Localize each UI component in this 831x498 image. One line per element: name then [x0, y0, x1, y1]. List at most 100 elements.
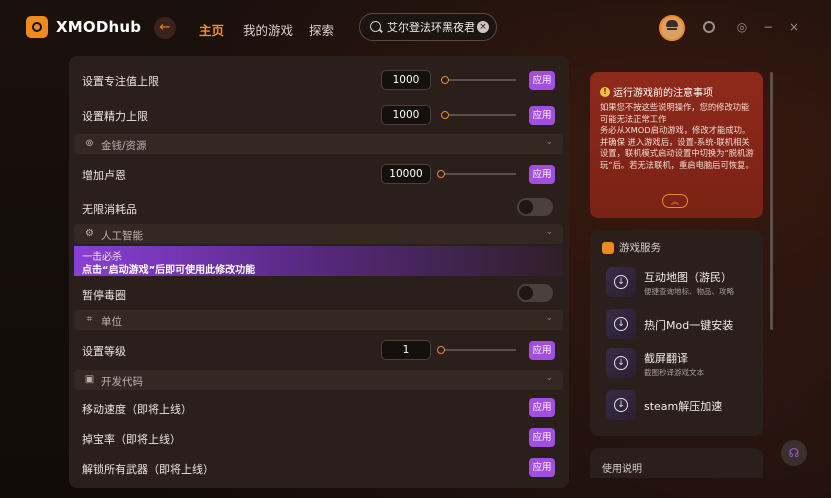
nav-my-games[interactable]: 我的游戏: [243, 20, 293, 39]
chevron-down-icon: ⌄: [545, 313, 553, 323]
section-ai[interactable]: ⚙ 人工智能 ⌄: [74, 224, 563, 244]
apply-button[interactable]: 应用: [529, 165, 555, 184]
download-icon: [606, 348, 636, 378]
banner-message: 点击“启动游戏”后即可使用此修改功能: [82, 265, 256, 276]
setting-row-money: 增加卢恩 应用: [69, 162, 569, 186]
service-title: 互动地图（游民）: [644, 271, 732, 284]
usage-instructions-card[interactable]: 使用说明: [590, 448, 763, 478]
stamina-slider-knob[interactable]: [441, 111, 449, 119]
service-screenshot-translate[interactable]: 截屏翻译 截图秒译游戏文本: [606, 348, 756, 378]
close-icon[interactable]: ×: [788, 21, 800, 33]
avatar[interactable]: [659, 15, 685, 41]
setting-label: 掉宝率（即将上线）: [82, 433, 181, 446]
headset-icon[interactable]: ☊: [781, 440, 807, 466]
money-slider[interactable]: [441, 173, 516, 175]
notification-icon[interactable]: [703, 21, 715, 33]
unlimited-toggle[interactable]: [517, 198, 553, 216]
download-icon: [606, 309, 636, 339]
chevron-down-icon: ⌄: [545, 373, 553, 383]
app-logo[interactable]: XMODhub: [26, 16, 141, 38]
setting-row-level: 设置等级 应用: [69, 338, 569, 362]
setting-label: 解锁所有武器（即将上线）: [82, 463, 214, 476]
setting-row-unlimited: 无限消耗品: [69, 196, 569, 220]
section-title: 人工智能: [101, 230, 143, 242]
code-icon: ▣: [84, 374, 95, 385]
level-value-input[interactable]: [381, 340, 431, 360]
game-services-card: 游戏服务 互动地图（游民） 便捷查询地标、物品、攻略 热门Mod一键安装 截屏翻…: [590, 230, 763, 436]
service-title: steam解压加速: [644, 400, 723, 413]
service-interactive-map[interactable]: 互动地图（游民） 便捷查询地标、物品、攻略: [606, 267, 756, 297]
level-slider[interactable]: [441, 349, 516, 351]
unit-icon: ⌗: [86, 314, 93, 325]
setting-row-drop-rate: 掉宝率（即将上线） 应用: [69, 426, 569, 450]
service-subtitle: 便捷查询地标、物品、攻略: [644, 287, 734, 296]
setting-row-focus: 设置专注值上限 应用: [69, 68, 569, 92]
xmod-logo-icon: [26, 16, 48, 38]
search-icon: [370, 21, 381, 32]
focus-slider-knob[interactable]: [441, 76, 449, 84]
scrollbar[interactable]: [770, 72, 773, 330]
service-steam-accelerate[interactable]: steam解压加速: [606, 390, 756, 420]
setting-row-unlock-weapons: 解锁所有武器（即将上线） 应用: [69, 456, 569, 480]
setting-label: 设置等级: [82, 345, 126, 358]
apply-button[interactable]: 应用: [529, 428, 555, 447]
coin-icon: ⊚: [85, 138, 94, 149]
service-title: 热门Mod一键安装: [644, 319, 734, 332]
apply-button[interactable]: 应用: [529, 106, 555, 125]
search-box[interactable]: ×: [359, 13, 497, 41]
box-icon: [602, 241, 614, 254]
focus-value-input[interactable]: [381, 70, 431, 90]
setting-row-pause-poison: 暂停毒圈: [69, 282, 569, 306]
setting-label: 设置精力上限: [82, 110, 148, 123]
notice-card: ! 运行游戏前的注意事项 如果您不按这些说明操作，您的修改功能可能无法正常工作 …: [590, 72, 763, 218]
section-title: 开发代码: [101, 376, 143, 388]
app-name: XMODhub: [56, 18, 142, 36]
apply-button[interactable]: 应用: [529, 341, 555, 360]
section-title: 金钱/资源: [101, 140, 147, 152]
minimize-icon[interactable]: −: [762, 21, 774, 33]
money-slider-knob[interactable]: [437, 170, 445, 178]
robot-icon: ⚙: [85, 228, 94, 239]
chevron-down-icon: ⌄: [545, 227, 553, 237]
notice-body: 如果您不按这些说明操作，您的修改功能可能无法正常工作 务必从XMOD启动游戏，修…: [600, 102, 754, 170]
nav-home[interactable]: 主页: [199, 20, 224, 39]
service-mod-install[interactable]: 热门Mod一键安装: [606, 309, 756, 339]
services-title: 游戏服务: [602, 240, 661, 255]
warning-icon: !: [600, 86, 610, 97]
notice-title-text: 运行游戏前的注意事项: [613, 88, 713, 99]
services-title-text: 游戏服务: [619, 242, 661, 254]
setting-label: 移动速度（即将上线）: [82, 403, 192, 416]
pause-poison-toggle[interactable]: [517, 284, 553, 302]
stamina-value-input[interactable]: [381, 105, 431, 125]
setting-label: 增加卢恩: [82, 169, 126, 182]
mod-settings-panel: 设置专注值上限 应用 设置精力上限 应用 ⊚ 金钱/资源 ⌄ 增加卢恩 应用 无…: [69, 56, 569, 488]
setting-row-stamina: 设置精力上限 应用: [69, 103, 569, 127]
settings-icon[interactable]: ◎: [736, 21, 748, 33]
usage-title: 使用说明: [602, 464, 642, 475]
search-input[interactable]: [387, 19, 475, 35]
one-hit-kill-banner: 一击必杀 点击“启动游戏”后即可使用此修改功能: [74, 246, 563, 276]
section-unit[interactable]: ⌗ 单位 ⌄: [74, 310, 563, 330]
money-value-input[interactable]: [381, 164, 431, 184]
stamina-slider[interactable]: [441, 114, 516, 116]
setting-row-move-speed: 移动速度（即将上线） 应用: [69, 396, 569, 420]
apply-button[interactable]: 应用: [529, 458, 555, 477]
apply-button[interactable]: 应用: [529, 398, 555, 417]
back-button[interactable]: ←: [154, 17, 176, 39]
setting-label: 无限消耗品: [82, 203, 137, 216]
service-title: 截屏翻译: [644, 352, 688, 365]
section-money[interactable]: ⊚ 金钱/资源 ⌄: [74, 134, 563, 154]
clear-search-icon[interactable]: ×: [477, 21, 489, 33]
section-dev-code[interactable]: ▣ 开发代码 ⌄: [74, 370, 563, 390]
focus-slider[interactable]: [441, 79, 516, 81]
chevron-down-icon: ⌄: [545, 137, 553, 147]
nav-explore[interactable]: 探索: [309, 20, 334, 39]
setting-label: 暂停毒圈: [82, 289, 126, 302]
apply-button[interactable]: 应用: [529, 71, 555, 90]
download-icon: [606, 390, 636, 420]
notice-title: ! 运行游戏前的注意事项: [600, 84, 713, 99]
level-slider-knob[interactable]: [437, 346, 445, 354]
section-title: 单位: [101, 316, 122, 328]
expand-button[interactable]: ︽: [662, 194, 688, 208]
setting-label: 设置专注值上限: [82, 75, 159, 88]
